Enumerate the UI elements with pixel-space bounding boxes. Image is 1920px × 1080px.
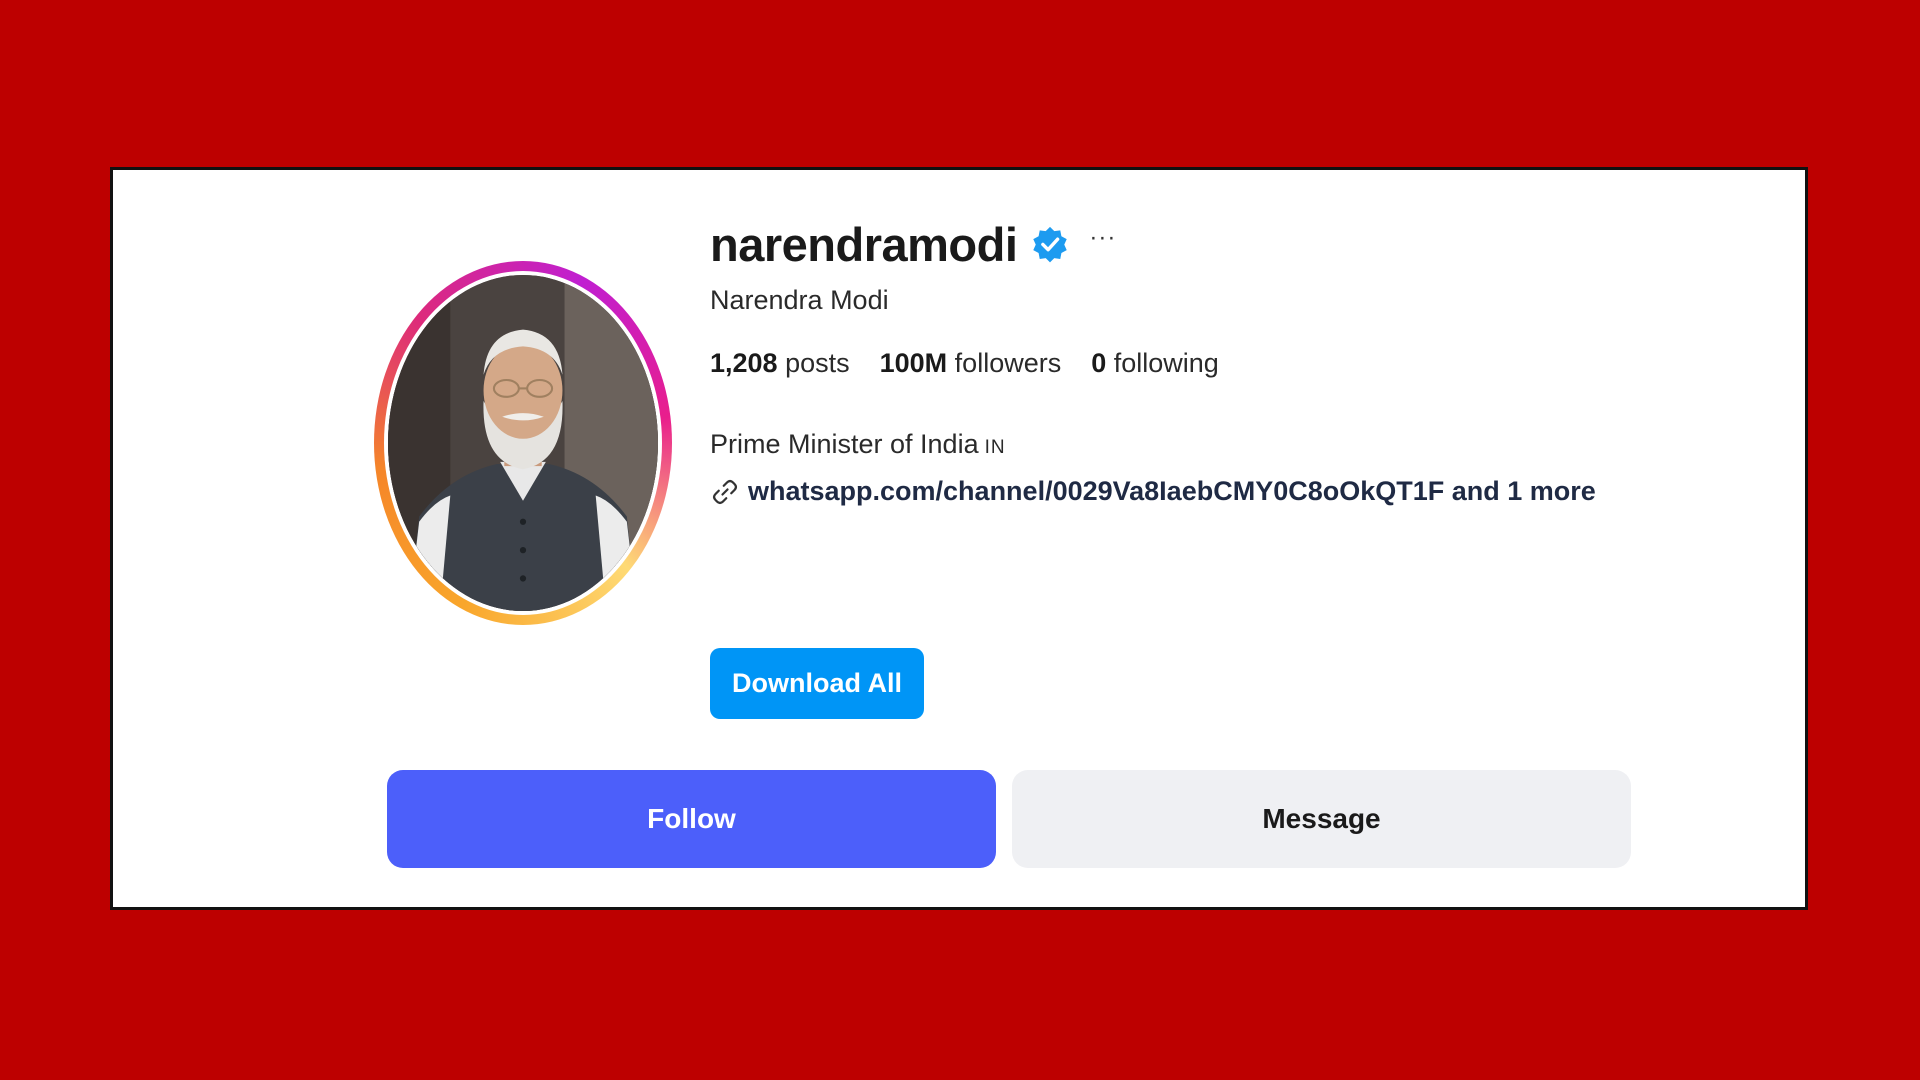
bio-text: Prime Minister of India xyxy=(710,429,979,459)
india-flag-icon: IN xyxy=(984,437,1006,458)
followers-stat[interactable]: 100M followers xyxy=(880,348,1062,379)
username-row: narendramodi ··· xyxy=(710,215,1765,273)
avatar[interactable] xyxy=(388,275,658,611)
full-name: Narendra Modi xyxy=(710,285,889,315)
followers-label: followers xyxy=(947,348,1062,378)
bio-link[interactable]: whatsapp.com/channel/0029Va8IaebCMY0C8oO… xyxy=(710,476,1765,507)
username: narendramodi xyxy=(710,217,1018,271)
bio: Prime Minister of India IN xyxy=(710,429,1765,460)
following-label: following xyxy=(1106,348,1219,378)
avatar-portrait-image xyxy=(388,275,658,611)
posts-stat[interactable]: 1,208 posts xyxy=(710,348,850,379)
link-icon xyxy=(712,479,738,504)
download-all-button[interactable]: Download All xyxy=(710,648,924,719)
avatar-border xyxy=(384,271,662,615)
more-options-icon[interactable]: ··· xyxy=(1089,224,1116,252)
avatar-story-ring[interactable] xyxy=(374,261,672,625)
verified-badge-icon xyxy=(1033,226,1068,263)
bio-link-text: whatsapp.com/channel/0029Va8IaebCMY0C8oO… xyxy=(748,476,1596,506)
profile-info: narendramodi ··· Narendra Modi 1,208 pos… xyxy=(710,215,1765,507)
follow-button[interactable]: Follow xyxy=(387,770,996,868)
following-count: 0 xyxy=(1091,348,1107,378)
posts-count: 1,208 xyxy=(710,348,778,378)
message-button[interactable]: Message xyxy=(1012,770,1631,868)
profile-card: narendramodi ··· Narendra Modi 1,208 pos… xyxy=(110,167,1808,910)
profile-stats: 1,208 posts 100M followers 0 following xyxy=(710,348,1765,379)
posts-label: posts xyxy=(777,348,850,378)
followers-count: 100M xyxy=(879,348,948,378)
following-stat[interactable]: 0 following xyxy=(1091,348,1219,379)
